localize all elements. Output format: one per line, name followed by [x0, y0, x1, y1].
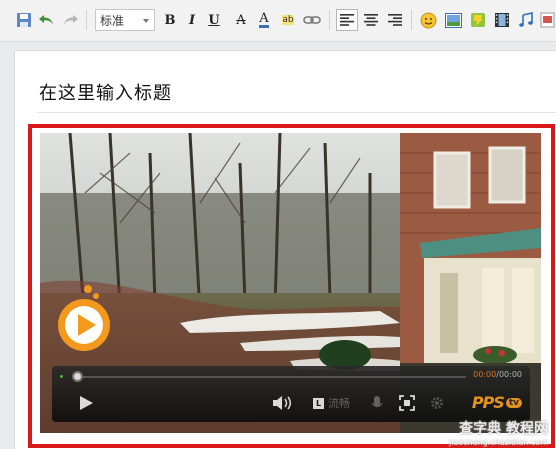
brand-name: PPS [471, 393, 505, 412]
time-current: 00:00 [473, 370, 497, 379]
attachment-icon[interactable] [538, 10, 556, 30]
time-total: 00:00 [498, 370, 522, 379]
paragraph-style-select[interactable]: 标准 [95, 9, 155, 31]
save-icon[interactable] [14, 10, 34, 30]
watermark-url: jiaocheng.chazidian.com [448, 438, 548, 447]
title-divider [37, 112, 556, 113]
play-button[interactable] [58, 283, 114, 357]
undo-icon[interactable] [37, 10, 57, 30]
time-display: 00:00/00:00 [473, 370, 522, 379]
underline-icon[interactable]: U [204, 10, 224, 30]
strikethrough-icon[interactable]: A [231, 10, 251, 30]
pps-brand-logo: PPS tv [472, 393, 522, 412]
align-right-icon[interactable] [385, 10, 405, 30]
video-icon[interactable] [492, 10, 512, 30]
editor-toolbar: 标准 B I U A A ab [0, 0, 556, 42]
page-title[interactable]: 在这里输入标题 [39, 79, 172, 105]
chevron-down-icon [143, 19, 149, 23]
bold-icon[interactable]: B [160, 10, 180, 30]
video-player[interactable]: 00:00/00:00 L 流畅 PPS tv [40, 133, 541, 433]
watermark: 查字典 教程网 jiaocheng.chazidian.com [449, 418, 548, 447]
buffer-indicator [60, 375, 63, 378]
toolbar-divider [329, 10, 330, 30]
highlight-icon[interactable]: ab [278, 10, 298, 30]
fullscreen-icon[interactable] [399, 394, 415, 412]
align-center-icon[interactable] [361, 10, 381, 30]
player-controls: 00:00/00:00 L 流畅 PPS tv [52, 366, 530, 422]
quality-badge: L [313, 397, 324, 409]
settings-gear-icon[interactable] [430, 394, 444, 412]
quality-selector[interactable]: L 流畅 [313, 394, 350, 412]
volume-icon[interactable] [272, 394, 294, 412]
microphone-icon[interactable] [370, 394, 384, 412]
redo-icon[interactable] [60, 10, 80, 30]
align-left-icon[interactable] [336, 9, 358, 31]
emoticon-icon[interactable] [418, 10, 438, 30]
music-icon[interactable] [516, 10, 536, 30]
italic-icon[interactable]: I [182, 10, 202, 30]
quality-label: 流畅 [328, 397, 350, 410]
font-color-icon[interactable]: A [254, 10, 274, 30]
progress-bar[interactable] [74, 376, 466, 378]
image-icon[interactable] [443, 10, 463, 30]
style-select-value: 标准 [100, 13, 125, 28]
brand-suffix: tv [505, 397, 522, 408]
watermark-main: 查字典 教程网 [459, 421, 548, 437]
toolbar-divider [411, 10, 412, 30]
progress-handle[interactable] [72, 371, 83, 382]
link-icon[interactable] [302, 10, 322, 30]
flash-icon[interactable] [468, 10, 488, 30]
play-icon[interactable] [78, 394, 94, 412]
toolbar-divider [86, 10, 87, 30]
